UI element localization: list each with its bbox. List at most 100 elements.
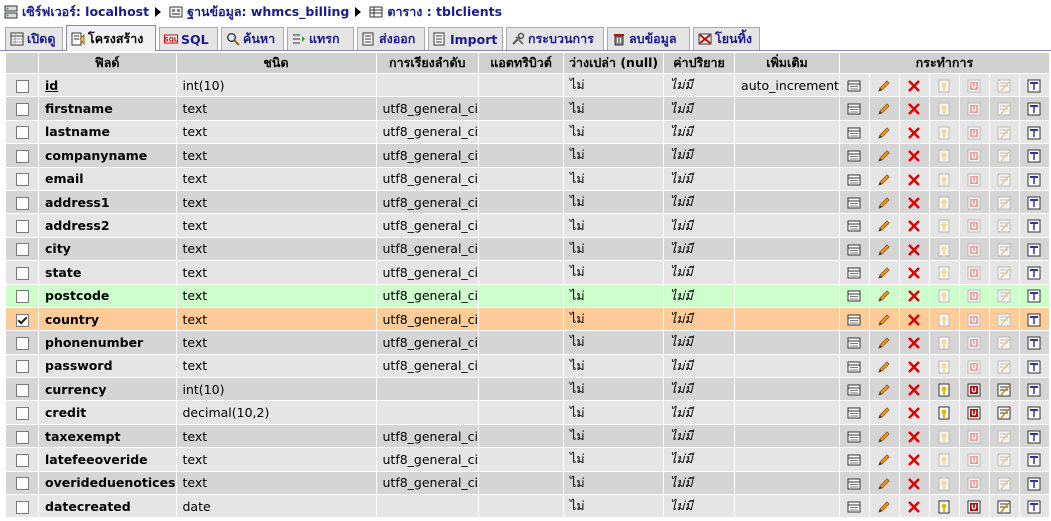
browse-distinct-icon[interactable] — [847, 360, 861, 374]
unique-icon[interactable]: U — [967, 102, 981, 116]
index-icon[interactable] — [997, 149, 1011, 163]
row-checkbox[interactable] — [15, 360, 29, 374]
browse-distinct-icon[interactable] — [847, 430, 861, 444]
delete-icon[interactable] — [907, 196, 921, 210]
index-icon[interactable] — [997, 219, 1011, 233]
browse-distinct-icon[interactable] — [847, 313, 861, 327]
index-icon[interactable] — [997, 453, 1011, 467]
table-row[interactable]: postcode text utf8_general_ci ไม่ ไม่มี U — [6, 284, 1049, 307]
index-icon[interactable] — [997, 477, 1011, 491]
primary-key-icon[interactable] — [937, 453, 951, 467]
edit-icon[interactable] — [877, 79, 891, 93]
tab-sql[interactable]: SQL SQL — [159, 27, 218, 50]
primary-key-icon[interactable] — [937, 79, 951, 93]
fulltext-icon[interactable] — [1027, 289, 1041, 303]
browse-distinct-icon[interactable] — [847, 406, 861, 420]
edit-icon[interactable] — [877, 313, 891, 327]
fulltext-icon[interactable] — [1027, 196, 1041, 210]
primary-key-icon[interactable] — [937, 500, 951, 514]
delete-icon[interactable] — [907, 383, 921, 397]
row-checkbox[interactable] — [15, 430, 29, 444]
unique-icon[interactable]: U — [967, 173, 981, 187]
unique-icon[interactable]: U — [967, 289, 981, 303]
edit-icon[interactable] — [877, 196, 891, 210]
delete-icon[interactable] — [907, 336, 921, 350]
edit-icon[interactable] — [877, 336, 891, 350]
edit-icon[interactable] — [877, 406, 891, 420]
fulltext-icon[interactable] — [1027, 173, 1041, 187]
fulltext-icon[interactable] — [1027, 102, 1041, 116]
row-checkbox[interactable] — [15, 290, 29, 304]
table-row[interactable]: email text utf8_general_ci ไม่ ไม่มี U — [6, 167, 1049, 190]
fulltext-icon[interactable] — [1027, 383, 1041, 397]
primary-key-icon[interactable] — [937, 430, 951, 444]
primary-key-icon[interactable] — [937, 360, 951, 374]
table-row[interactable]: companyname text utf8_general_ci ไม่ ไม่มี U — [6, 144, 1049, 167]
edit-icon[interactable] — [877, 102, 891, 116]
table-row[interactable]: firstname text utf8_general_ci ไม่ ไม่มี U — [6, 97, 1049, 120]
delete-icon[interactable] — [907, 477, 921, 491]
delete-icon[interactable] — [907, 360, 921, 374]
primary-key-icon[interactable] — [937, 102, 951, 116]
browse-distinct-icon[interactable] — [847, 289, 861, 303]
index-icon[interactable] — [997, 126, 1011, 140]
table-row[interactable]: datecreated date ไม่ ไม่มี U — [6, 495, 1049, 518]
row-checkbox[interactable] — [15, 500, 29, 514]
tab-browse[interactable]: เปิดดู — [5, 27, 63, 50]
tab-import[interactable]: Import — [428, 27, 503, 50]
tab-empty[interactable]: ลบข้อมูล — [607, 27, 690, 50]
table-row[interactable]: state text utf8_general_ci ไม่ ไม่มี U — [6, 261, 1049, 284]
browse-distinct-icon[interactable] — [847, 500, 861, 514]
index-icon[interactable] — [997, 266, 1011, 280]
unique-icon[interactable]: U — [967, 79, 981, 93]
index-icon[interactable] — [997, 196, 1011, 210]
edit-icon[interactable] — [877, 477, 891, 491]
fulltext-icon[interactable] — [1027, 266, 1041, 280]
header-field[interactable]: ฟิลด์ — [39, 53, 176, 73]
table-row[interactable]: password text utf8_general_ci ไม่ ไม่มี U — [6, 354, 1049, 378]
row-checkbox[interactable] — [15, 126, 29, 140]
browse-distinct-icon[interactable] — [847, 219, 861, 233]
fulltext-icon[interactable] — [1027, 430, 1041, 444]
fulltext-icon[interactable] — [1027, 219, 1041, 233]
table-row[interactable]: latefeeoveride text utf8_general_ci ไม่ ไม่ม… — [6, 448, 1049, 471]
unique-icon[interactable]: U — [967, 383, 981, 397]
row-checkbox[interactable] — [15, 336, 29, 350]
unique-icon[interactable]: U — [967, 453, 981, 467]
index-icon[interactable] — [997, 360, 1011, 374]
table-row[interactable]: address1 text utf8_general_ci ไม่ ไม่มี U — [6, 190, 1049, 214]
browse-distinct-icon[interactable] — [847, 79, 861, 93]
browse-distinct-icon[interactable] — [847, 336, 861, 350]
index-icon[interactable] — [997, 336, 1011, 350]
delete-icon[interactable] — [907, 149, 921, 163]
row-checkbox[interactable] — [15, 407, 29, 421]
edit-icon[interactable] — [877, 126, 891, 140]
row-checkbox[interactable] — [15, 313, 29, 327]
row-checkbox[interactable] — [15, 220, 29, 234]
index-icon[interactable] — [997, 102, 1011, 116]
unique-icon[interactable]: U — [967, 243, 981, 257]
fulltext-icon[interactable] — [1027, 243, 1041, 257]
delete-icon[interactable] — [907, 406, 921, 420]
browse-distinct-icon[interactable] — [847, 196, 861, 210]
edit-icon[interactable] — [877, 383, 891, 397]
unique-icon[interactable]: U — [967, 477, 981, 491]
tab-operations[interactable]: กระบวนการ — [506, 27, 604, 50]
index-icon[interactable] — [997, 500, 1011, 514]
table-row[interactable]: address2 text utf8_general_ci ไม่ ไม่มี U — [6, 214, 1049, 237]
primary-key-icon[interactable] — [937, 313, 951, 327]
fulltext-icon[interactable] — [1027, 406, 1041, 420]
unique-icon[interactable]: U — [967, 149, 981, 163]
row-checkbox[interactable] — [15, 103, 29, 117]
table-row[interactable]: credit decimal(10,2) ไม่ ไม่มี U — [6, 401, 1049, 424]
fulltext-icon[interactable] — [1027, 126, 1041, 140]
browse-distinct-icon[interactable] — [847, 453, 861, 467]
table-row[interactable]: id int(10) ไม่ ไม่มี auto_increment U — [6, 74, 1049, 97]
tab-search[interactable]: ค้นหา — [221, 27, 284, 50]
primary-key-icon[interactable] — [937, 126, 951, 140]
index-icon[interactable] — [997, 79, 1011, 93]
row-checkbox[interactable] — [15, 477, 29, 491]
unique-icon[interactable]: U — [967, 360, 981, 374]
row-checkbox[interactable] — [15, 149, 29, 163]
edit-icon[interactable] — [877, 243, 891, 257]
